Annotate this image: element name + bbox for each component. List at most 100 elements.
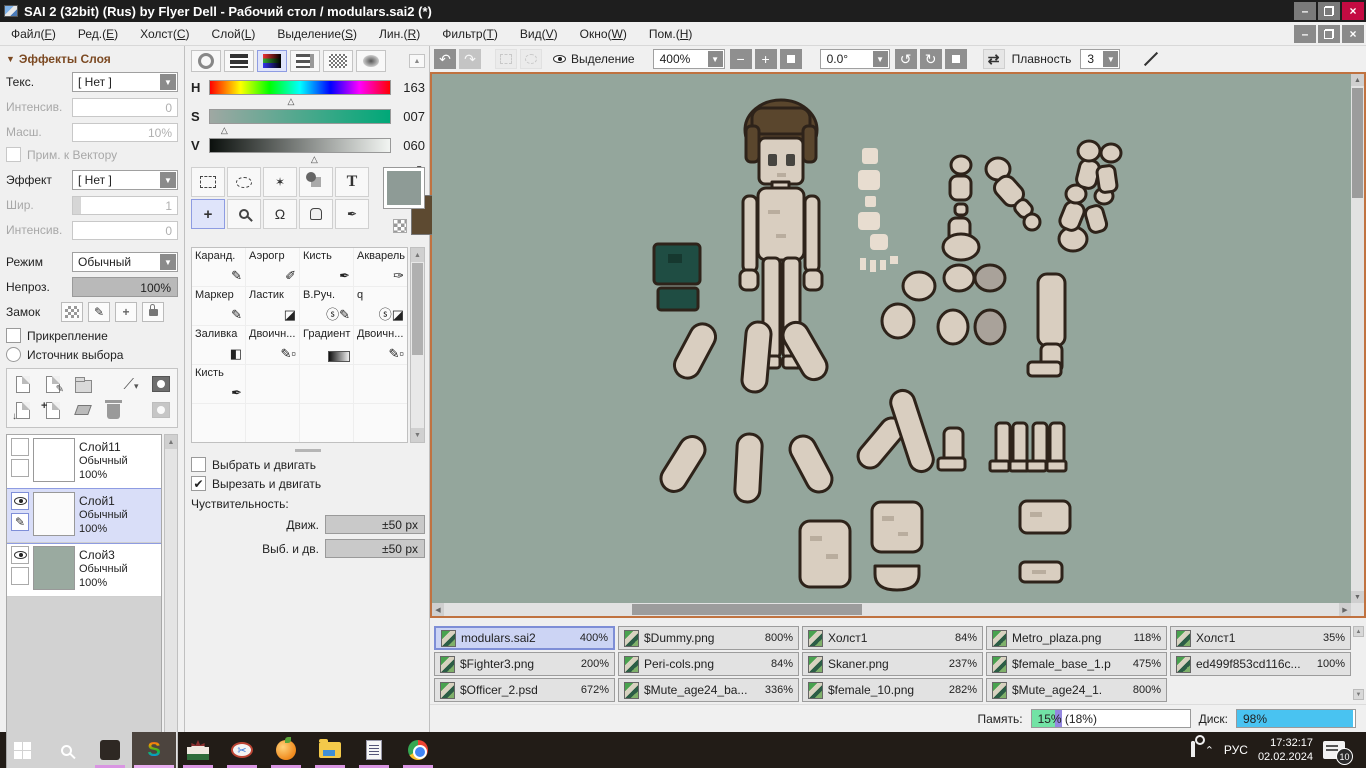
hue-marker[interactable]: △: [288, 96, 295, 107]
new-layer-button[interactable]: [11, 373, 35, 395]
color-wheel-button[interactable]: [191, 50, 221, 72]
language-indicator[interactable]: РУС: [1224, 743, 1248, 757]
layer-row[interactable]: Слой3Обычный100%: [7, 543, 161, 597]
scroll-right-icon[interactable]: ▶: [1339, 603, 1351, 616]
brush-cell[interactable]: Двоичн...✎▫: [354, 326, 407, 364]
menu-item[interactable]: Выделение(S): [266, 27, 368, 41]
tabs-scrollbar[interactable]: ▲ ▼: [1353, 626, 1364, 700]
menu-item[interactable]: Холст(C): [129, 27, 200, 41]
brush-cell[interactable]: Двоичн...✎▫: [246, 326, 299, 364]
color-bars-button[interactable]: [224, 50, 254, 72]
scroll-down-icon[interactable]: ▼: [411, 428, 424, 442]
menu-item[interactable]: Файл(F): [0, 27, 67, 41]
clear-layer-button[interactable]: [71, 399, 95, 421]
close-button[interactable]: ×: [1342, 2, 1364, 20]
layer-row[interactable]: Слой11Обычный100%: [7, 435, 161, 489]
layer-visibility-toggle[interactable]: [11, 546, 29, 564]
saturation-marker[interactable]: △: [221, 125, 228, 136]
eyedropper-tool[interactable]: ✒: [335, 199, 369, 229]
layer-toggle-empty[interactable]: [11, 567, 29, 585]
people-icon[interactable]: [1191, 743, 1195, 757]
menu-item[interactable]: Окно(W): [569, 27, 638, 41]
taskbar-app-snip[interactable]: ✂: [220, 732, 264, 768]
scroll-left-icon[interactable]: ◀: [432, 603, 444, 616]
document-tab[interactable]: Skaner.png237%: [802, 652, 983, 676]
layer-toggle-empty[interactable]: [11, 438, 29, 456]
layer-thumbnail[interactable]: [33, 546, 75, 590]
minimize-button[interactable]: –: [1294, 2, 1316, 20]
scroll-up-icon[interactable]: ▲: [165, 435, 177, 449]
rotate-reset-button[interactable]: [945, 49, 967, 69]
hue-slider[interactable]: △: [209, 80, 391, 95]
scroll-thumb[interactable]: [632, 604, 862, 615]
document-tab[interactable]: $Fighter3.png200%: [434, 652, 615, 676]
document-tab[interactable]: $Mute_age24_ba...336%: [618, 678, 799, 702]
doc-close-button[interactable]: ×: [1342, 25, 1364, 43]
transparent-color-icon[interactable]: [393, 219, 407, 233]
add-selection-button[interactable]: +: [41, 399, 65, 421]
zoom-reset-button[interactable]: [780, 49, 802, 69]
document-tab[interactable]: $Officer_2.psd672%: [434, 678, 615, 702]
menu-item[interactable]: Лин.(R): [368, 27, 431, 41]
layer-thumbnail[interactable]: [33, 438, 75, 482]
menu-item[interactable]: Фильтр(T): [431, 27, 509, 41]
document-tab[interactable]: $female_base_1.p475%: [986, 652, 1167, 676]
document-tab[interactable]: ed499f853cd116c...100%: [1170, 652, 1351, 676]
start-button[interactable]: [0, 732, 44, 768]
brush-scrollbar[interactable]: ▲ ▼: [410, 247, 425, 443]
move-tool[interactable]: +: [191, 199, 225, 229]
brush-cell[interactable]: Каранд.✎: [192, 248, 245, 286]
smoothness-select[interactable]: 3▼: [1080, 49, 1120, 69]
delete-layer-button[interactable]: [101, 399, 125, 421]
selection-source-radio[interactable]: [6, 347, 21, 362]
scroll-thumb[interactable]: [1352, 88, 1363, 198]
zoom-tool[interactable]: [227, 199, 261, 229]
doc-minimize-button[interactable]: –: [1294, 25, 1316, 43]
canvas[interactable]: [432, 74, 1351, 603]
restore-button[interactable]: [1318, 2, 1340, 20]
brush-cell[interactable]: Аэрогр✐: [246, 248, 299, 286]
document-tab[interactable]: $female_10.png282%: [802, 678, 983, 702]
foreground-color-swatch[interactable]: [383, 167, 425, 209]
rect-select-tool[interactable]: [191, 167, 225, 197]
brush-cell[interactable]: Кисть✒: [300, 248, 353, 286]
value-slider[interactable]: △: [209, 138, 391, 153]
layer-thumbnail[interactable]: [33, 492, 75, 536]
scroll-down-icon[interactable]: ▼: [1353, 689, 1364, 700]
brush-cell[interactable]: Маркер✎: [192, 287, 245, 325]
document-tab[interactable]: Холст184%: [802, 626, 983, 650]
rotate-cw-button[interactable]: ↻: [920, 49, 942, 69]
scroll-up-icon[interactable]: ▲: [1353, 626, 1364, 637]
magic-wand-tool[interactable]: ✶: [263, 167, 297, 197]
select-move-sensitivity-field[interactable]: ±50 px: [325, 539, 425, 558]
brush-cell[interactable]: Кисть✒: [192, 365, 245, 403]
brush-cell[interactable]: В.Руч.ⓢ✎: [300, 287, 353, 325]
canvas-horizontal-scrollbar[interactable]: ◀ ▶: [432, 603, 1351, 616]
layer-mask-button[interactable]: [149, 373, 173, 395]
texture-dropdown[interactable]: [ Нет ]▼: [72, 72, 178, 92]
brush-cell[interactable]: Ластик◪: [246, 287, 299, 325]
menu-item[interactable]: Ред.(E): [67, 27, 129, 41]
brush-cell[interactable]: qⓢ◪: [354, 287, 407, 325]
scroll-down-icon[interactable]: ▼: [1351, 591, 1364, 603]
taskbar-app-sai[interactable]: S: [132, 732, 176, 768]
document-tab[interactable]: modulars.sai2400%: [434, 626, 615, 650]
taskbar-search-button[interactable]: [44, 732, 88, 768]
opacity-slider[interactable]: 100%: [72, 277, 178, 297]
scroll-up-icon[interactable]: ▲: [411, 248, 424, 262]
lasso-tool[interactable]: [227, 167, 261, 197]
canvas-art[interactable]: [432, 74, 1351, 603]
document-tab[interactable]: $Mute_age24_1.800%: [986, 678, 1167, 702]
lock-draw-button[interactable]: ✎: [88, 302, 110, 322]
move-sensitivity-field[interactable]: ±50 px: [325, 515, 425, 534]
scratchpad-button[interactable]: [356, 50, 386, 72]
select-and-move-checkbox[interactable]: [191, 457, 206, 472]
menu-item[interactable]: Слой(L): [201, 27, 267, 41]
brush-cell[interactable]: Заливка◧: [192, 326, 245, 364]
shape-select-tool[interactable]: [299, 167, 333, 197]
taskbar-app-explorer[interactable]: [308, 732, 352, 768]
rotation-angle-select[interactable]: 0.0°▼: [820, 49, 890, 69]
taskbar-app-fl-studio[interactable]: [264, 732, 308, 768]
new-vector-layer-button[interactable]: ✎: [41, 373, 65, 395]
color-sliders-button[interactable]: [257, 50, 287, 72]
